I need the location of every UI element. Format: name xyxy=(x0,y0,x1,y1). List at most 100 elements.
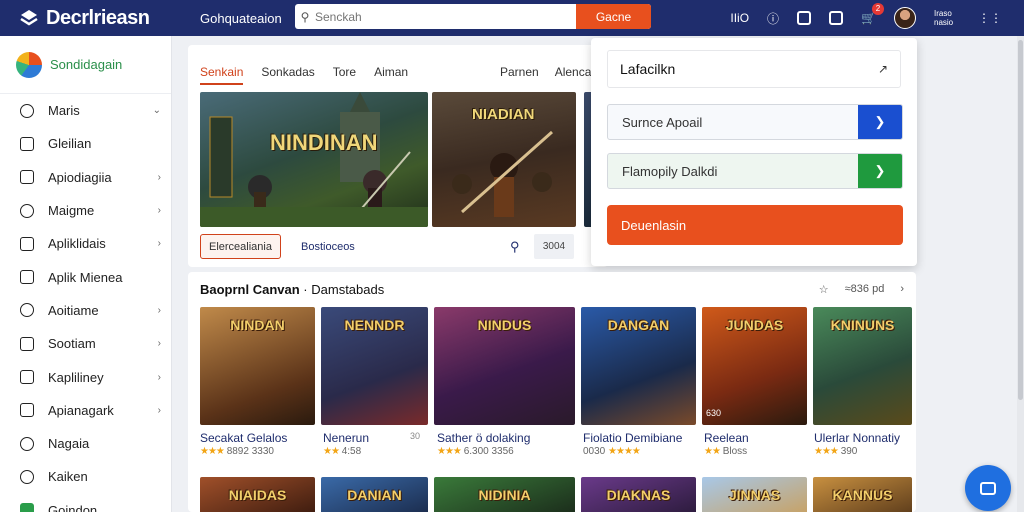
card-count-1: 30 xyxy=(410,431,421,441)
nav-link[interactable]: Gohquateaion xyxy=(200,11,294,26)
search-icon xyxy=(20,203,34,218)
game-card-3[interactable]: DANGAN xyxy=(581,307,696,425)
logo[interactable]: Decrlrieasn xyxy=(18,7,200,30)
user-name[interactable]: Iraso nasio xyxy=(934,9,960,27)
counter-box[interactable]: 3004 xyxy=(534,234,574,259)
tab-right-0[interactable]: Parnen xyxy=(500,65,539,79)
star-rating: ★★★★ xyxy=(608,446,641,457)
featured-banner-main[interactable]: NINDINAN xyxy=(200,92,428,227)
image-icon[interactable] xyxy=(797,11,812,25)
settings-icon xyxy=(20,303,34,318)
game-card-row2-0[interactable]: NIAIDAS xyxy=(200,477,315,512)
chip-primary[interactable]: Elercealiania xyxy=(200,234,281,259)
notification-badge: 2 xyxy=(872,3,884,15)
card-art-title: NENNDR xyxy=(344,317,405,333)
user-icon[interactable]: IIiO xyxy=(730,11,749,25)
brand-label: Sondidagain xyxy=(50,57,123,72)
avatar[interactable] xyxy=(894,7,916,29)
sidebar-item-5[interactable]: Aplik Mienea xyxy=(0,260,171,293)
cart-icon[interactable]: 🛒 2 xyxy=(861,3,884,25)
featured-panel: Senkain Sonkadas Tore Aiman Parnen Alenc… xyxy=(188,45,608,267)
bookmark-icon[interactable]: ☆ xyxy=(819,283,829,296)
card-name-0[interactable]: Secakat Gelalos xyxy=(200,431,287,445)
sidebar-item-12[interactable]: Goindon xyxy=(0,494,171,512)
card-art-title: NIAIDAS xyxy=(228,487,287,503)
chat-button[interactable] xyxy=(965,465,1011,511)
dropdown-row-green[interactable]: Flamopily Dalkdi ❯ xyxy=(607,153,903,189)
card-name-3[interactable]: Fiolatio Demibiane xyxy=(583,431,682,445)
document-icon xyxy=(20,170,34,185)
go-icon[interactable]: ❯ xyxy=(858,105,902,139)
chevron-right-icon: › xyxy=(157,304,161,316)
chip-secondary[interactable]: Bostioceos xyxy=(293,234,363,259)
search-icon[interactable]: ⚲ xyxy=(510,239,520,255)
info-icon[interactable]: ⓘ xyxy=(767,10,779,27)
game-card-row2-5[interactable]: KANNUS xyxy=(813,477,912,512)
pin-icon[interactable]: ↗ xyxy=(878,62,888,76)
banner-title-secondary: NIADIAN xyxy=(472,106,535,123)
tab-2[interactable]: Tore xyxy=(333,65,356,85)
featured-banner-secondary[interactable]: NIADIAN xyxy=(432,92,576,227)
game-card-row2-3[interactable]: DIAKNAS xyxy=(581,477,696,512)
sidebar-item-1[interactable]: Gleilian xyxy=(0,127,171,160)
header-icons: IIiO ⓘ 🛒 2 Iraso nasio ⋮⋮ xyxy=(730,0,1002,36)
logo-text: Decrlrieasn xyxy=(46,6,150,29)
card-meta-text: Bloss xyxy=(722,446,748,457)
star-rating: ★★★ xyxy=(437,446,462,457)
page-icon xyxy=(20,270,34,285)
card-art-title: NINDAN xyxy=(230,317,285,333)
folder-icon xyxy=(20,136,34,151)
card-meta-text: 4:58 xyxy=(341,446,362,457)
chevron-right-icon[interactable]: › xyxy=(900,283,904,296)
card-name-5[interactable]: Ulerlar Nonnatiy xyxy=(814,431,900,445)
go-icon[interactable]: ❯ xyxy=(858,154,902,188)
tab-1[interactable]: Sonkadas xyxy=(261,65,314,85)
tab-3[interactable]: Aiman xyxy=(374,65,408,85)
tab-0[interactable]: Senkain xyxy=(200,65,244,85)
search-input[interactable] xyxy=(315,4,576,29)
see-all-link[interactable]: ≈836 pd xyxy=(845,283,885,296)
sidebar-item-8[interactable]: Kapliliney › xyxy=(0,360,171,393)
card-meta-3: 0030 ★★★★ xyxy=(583,446,641,457)
game-card-2[interactable]: NINDUS xyxy=(434,307,575,425)
chevron-right-icon: › xyxy=(157,404,161,416)
card-meta-text: 0030 xyxy=(583,446,606,457)
game-card-0[interactable]: NINDAN xyxy=(200,307,315,425)
tag-icon xyxy=(20,370,34,385)
game-card-1[interactable]: NENNDR xyxy=(321,307,428,425)
dropdown-row-blue[interactable]: Surnce Apoail ❯ xyxy=(607,104,903,140)
game-card-5[interactable]: KNINUNS xyxy=(813,307,912,425)
sidebar-item-10[interactable]: Nagaia xyxy=(0,427,171,460)
sidebar-brand[interactable]: Sondidagain xyxy=(0,36,171,94)
sidebar-item-2[interactable]: Apiodiagiia › xyxy=(0,161,171,194)
logo-icon xyxy=(20,10,38,26)
tab-right-1[interactable]: Alenca xyxy=(555,65,592,79)
card-name-1[interactable]: Nenerun xyxy=(323,431,369,445)
dropdown-row-label: Surnce Apoail xyxy=(622,114,703,130)
sidebar-item-label: Goindon xyxy=(48,502,98,512)
download-button[interactable]: Deuenlasin xyxy=(607,205,903,245)
sidebar-item-11[interactable]: Kaiken xyxy=(0,460,171,493)
sidebar-item-7[interactable]: Sootiam › xyxy=(0,327,171,360)
grid-icon[interactable]: ⋮⋮ xyxy=(978,11,1002,25)
home-icon xyxy=(20,503,34,512)
card-name-4[interactable]: Reelean xyxy=(704,431,749,445)
scrollbar-thumb[interactable] xyxy=(1018,40,1023,400)
card-count-4: 630 xyxy=(706,408,722,418)
sidebar-item-4[interactable]: Apliklidais › xyxy=(0,227,171,260)
chat-icon xyxy=(980,481,996,495)
card-name-2[interactable]: Sather ö dolaking xyxy=(437,431,530,445)
sidebar-item-6[interactable]: Aoitiame › xyxy=(0,294,171,327)
game-card-row2-1[interactable]: DANIAN xyxy=(321,477,428,512)
sidebar-item-3[interactable]: Maigme › xyxy=(0,194,171,227)
search-button[interactable]: Gacne xyxy=(576,4,651,29)
star-rating: ★★★ xyxy=(814,446,839,457)
star-rating: ★★★ xyxy=(200,446,225,457)
dropdown-header[interactable]: Lafacilkn ↗ xyxy=(607,50,901,88)
chat-icon[interactable] xyxy=(829,11,844,25)
game-card-row2-4[interactable]: JINNAS xyxy=(702,477,807,512)
search-bar: ⚲ Gacne xyxy=(295,4,651,29)
sidebar-item-0[interactable]: Maris ⌄ xyxy=(0,94,171,127)
game-card-row2-2[interactable]: NIDINIA xyxy=(434,477,575,512)
sidebar-item-9[interactable]: Apianagark › xyxy=(0,394,171,427)
